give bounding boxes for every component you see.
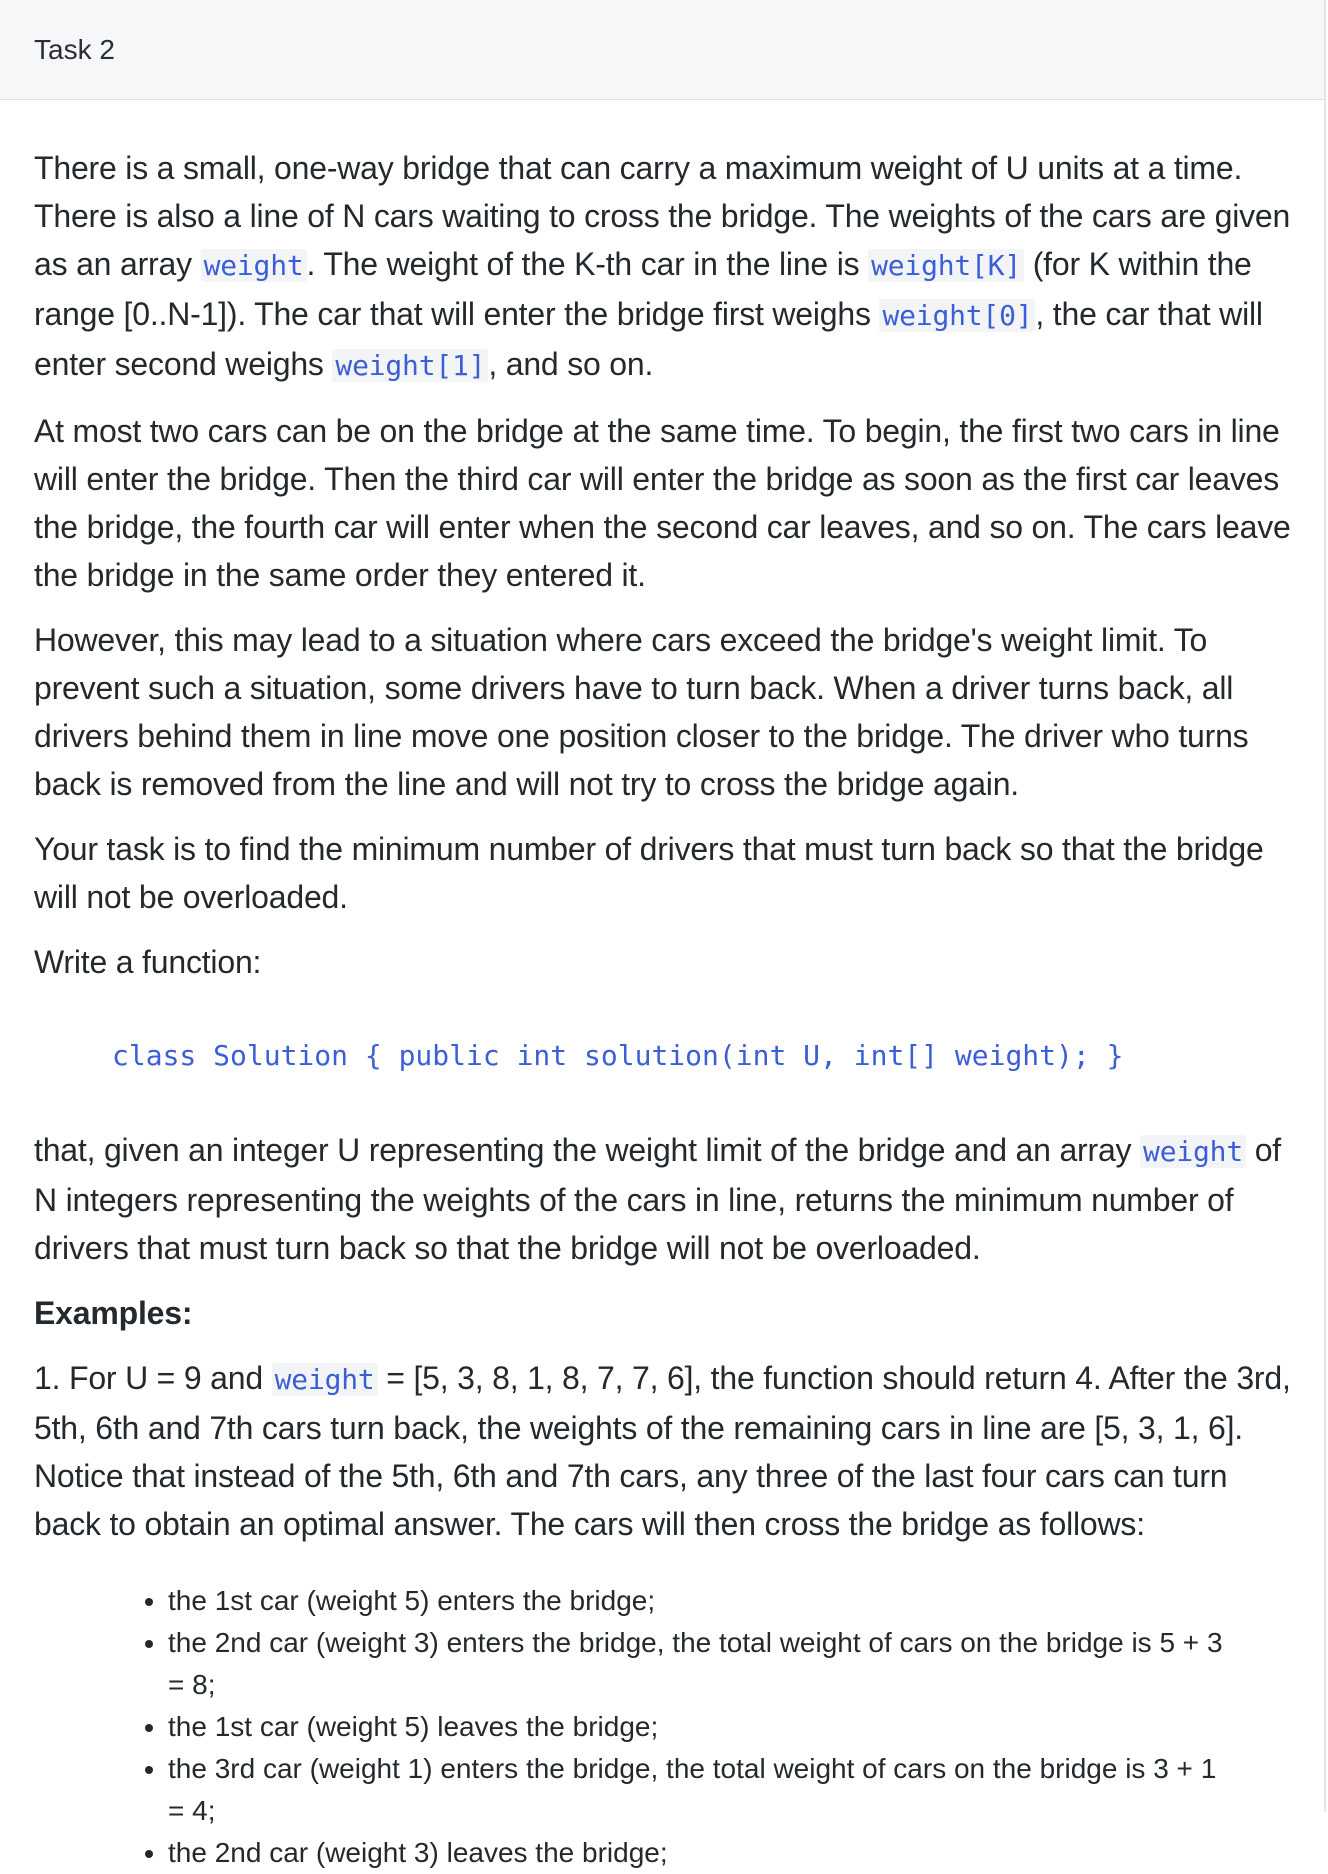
function-description-paragraph: that, given an integer U representing th… [34,1126,1292,1272]
list-item: the 3rd car (weight 1) enters the bridge… [168,1748,1228,1832]
write-function-paragraph: Write a function: [34,944,262,980]
intro-paragraph: There is a small, one-way bridge that ca… [34,144,1292,390]
list-item: the 1st car (weight 5) leaves the bridge… [168,1706,1228,1748]
crossing-steps-list: the 1st car (weight 5) enters the bridge… [34,1580,1292,1874]
inline-code: weight [200,249,307,282]
task-paragraph: Your task is to find the minimum number … [34,831,1264,915]
overload-paragraph: However, this may lead to a situation wh… [34,622,1249,802]
example-1-paragraph: 1. For U = 9 and weight = [5, 3, 8, 1, 8… [34,1354,1292,1548]
task-header: Task 2 [0,0,1324,100]
inline-code: weight[K] [868,249,1025,282]
text: that, given an integer U representing th… [34,1132,1141,1168]
inline-code: weight [271,1363,378,1396]
examples-heading: Examples: [34,1295,193,1331]
inline-code: weight[0] [879,299,1036,332]
inline-code: weight[1] [332,349,489,382]
text: 1. For U = 9 and [34,1360,272,1396]
task-panel: Task 2 There is a small, one-way bridge … [0,0,1326,1868]
task-description: There is a small, one-way bridge that ca… [0,100,1326,1874]
rules-paragraph: At most two cars can be on the bridge at… [34,413,1291,593]
text: . The weight of the K-th car in the line… [306,246,869,282]
text: , and so on. [488,346,654,382]
list-item: the 1st car (weight 5) enters the bridge… [168,1580,1228,1622]
list-item: the 2nd car (weight 3) leaves the bridge… [168,1832,1228,1874]
task-title: Task 2 [34,33,115,65]
function-signature-code: class Solution { public int solution(int… [112,1039,1124,1072]
inline-code: weight [1140,1135,1246,1168]
list-item: the 2nd car (weight 3) enters the bridge… [168,1622,1228,1706]
